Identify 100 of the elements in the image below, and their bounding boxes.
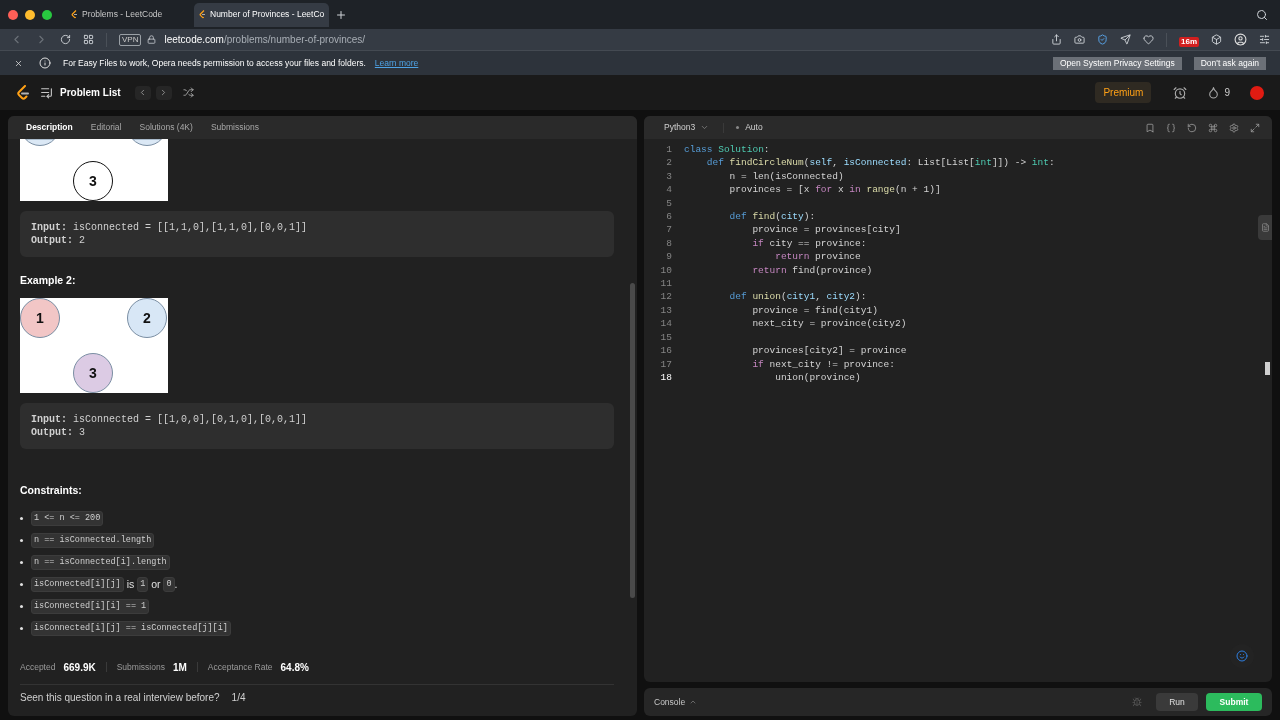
line-number: 4 (665, 183, 672, 197)
info-icon (39, 57, 51, 69)
share-icon[interactable] (1051, 34, 1062, 45)
description-tab[interactable]: Editorial (82, 116, 130, 139)
cube-icon[interactable] (1211, 34, 1222, 45)
constraint-item: 1 <= n <= 200 (20, 511, 104, 526)
node-label: 2 (143, 309, 151, 326)
line-number: 5 (665, 196, 672, 211)
scrollbar-thumb[interactable] (630, 283, 635, 598)
constraint-item: n == isConnected.length (20, 533, 155, 548)
drop-icon[interactable] (1207, 86, 1221, 99)
section-heading: Constraints: (20, 482, 82, 498)
shield-icon[interactable] (1097, 34, 1108, 45)
problem-list-link[interactable]: Problem List (60, 85, 121, 100)
new-tab-button[interactable] (335, 8, 348, 21)
notice-button[interactable]: Open System Privacy Settings (1052, 56, 1182, 70)
reload-button[interactable] (60, 34, 71, 45)
description-tab[interactable]: Submissions (202, 116, 268, 139)
console-toggle[interactable]: Console (654, 695, 698, 709)
bookmark-icon[interactable] (1145, 122, 1155, 133)
browser-tab[interactable]: Number of Provinces - LeetCo (194, 2, 330, 27)
line-number: 1 (665, 143, 672, 157)
reset-icon[interactable] (1187, 122, 1197, 133)
alarm-clock-icon[interactable] (1173, 85, 1188, 100)
line-number: 6 (665, 210, 672, 224)
section-heading: Example 2: (20, 273, 76, 288)
settings-icon[interactable] (1229, 122, 1239, 133)
heart-icon[interactable] (1143, 34, 1154, 45)
code-line: def union(city1, city2): (728, 290, 867, 304)
line-number: 16 (659, 344, 672, 358)
code-line: return province (774, 250, 861, 264)
input-text: Input: isConnected = [[1,1,0],[1,1,0],[0,0,1]] (31, 221, 308, 234)
stat-label: Accepted (20, 660, 56, 674)
search-icon[interactable] (1256, 8, 1268, 21)
list-icon[interactable] (40, 86, 53, 99)
description-tab[interactable]: Solutions (4K) (131, 116, 201, 139)
line-number: 2 (665, 156, 672, 170)
expand-icon[interactable] (1250, 122, 1260, 133)
scrollbar-marker (1265, 362, 1270, 375)
chat-icon (1236, 650, 1248, 662)
auto-mode-toggle[interactable]: Auto (730, 121, 769, 134)
file-icon (1260, 223, 1270, 232)
code-line: def findCircleNum(self, isConnected: List[List[int]]) -> int: (705, 156, 1055, 170)
line-number: 15 (659, 330, 672, 345)
code-line: provinces = [x for x in range(n + 1)] (728, 183, 941, 197)
camera-icon[interactable] (1074, 34, 1085, 45)
vpn-badge[interactable]: VPN (119, 33, 142, 46)
streak-count: 9 (1224, 86, 1230, 100)
stat-label: Submissions (116, 660, 165, 674)
line-number: 11 (659, 277, 672, 291)
code-line: province = provinces[city] (751, 223, 901, 237)
close-window-button[interactable] (8, 9, 18, 20)
constraint-item: n == isConnected[i].length (20, 555, 170, 570)
language-select[interactable]: Python3 (656, 121, 718, 134)
line-number: 17 (659, 357, 672, 371)
run-button[interactable]: Run (1156, 693, 1198, 711)
line-number: 3 (665, 169, 672, 184)
close-icon[interactable] (14, 58, 23, 68)
url-text[interactable]: leetcode.com/problems/number-of-provinces/ (164, 32, 366, 47)
node-label: 1 (36, 309, 44, 326)
stat-value: 1M (172, 660, 187, 675)
line-number: 7 (665, 223, 672, 237)
premium-button[interactable]: Premium (1095, 82, 1152, 103)
line-number: 14 (659, 317, 672, 331)
shuffle-icon[interactable] (182, 87, 194, 98)
description-tab[interactable]: Description (18, 116, 81, 139)
chevron-down-icon (700, 123, 710, 132)
speed-dial-button[interactable] (83, 34, 94, 45)
notice-message: For Easy Files to work, Opera needs permission to access your files and folders. (63, 56, 366, 70)
code-line: union(province) (774, 370, 861, 385)
constraint-item: isConnected[i][j] == isConnected[j][i] (20, 621, 231, 636)
code-line: class Solution: (684, 143, 770, 157)
browser-tab[interactable]: Problems - LeetCode (66, 2, 192, 27)
braces-icon[interactable] (1166, 122, 1176, 133)
logo-icon[interactable] (16, 84, 30, 101)
stat-label: Acceptance Rate (207, 660, 273, 674)
extension-badge[interactable]: 16m (1179, 36, 1199, 47)
leetcode-favicon-icon (71, 10, 78, 19)
node-label: 3 (89, 173, 97, 189)
profile-icon[interactable] (1234, 33, 1247, 46)
sliders-icon[interactable] (1259, 34, 1270, 45)
avatar[interactable] (1250, 85, 1264, 100)
code-line: return find(province) (751, 263, 873, 278)
side-tab[interactable] (1258, 215, 1272, 240)
minimize-window-button[interactable] (25, 9, 35, 20)
interview-count: 1/4 (231, 691, 246, 704)
node-label: 3 (89, 364, 97, 381)
code-line: def find(city): (728, 210, 816, 224)
notice-button[interactable]: Don't ask again (1193, 56, 1266, 70)
output-text: Output: 3 (31, 425, 86, 439)
send-icon[interactable] (1120, 34, 1131, 45)
constraint-item: isConnected[i][i] == 1 (20, 599, 150, 614)
command-icon[interactable] (1208, 122, 1218, 133)
interview-question: Seen this question in a real interview before? (20, 691, 220, 704)
stat-value: 64.8% (280, 660, 309, 675)
input-text: Input: isConnected = [[1,0,0],[0,1,0],[0,0,1]] (31, 412, 308, 426)
learn-more-link[interactable]: Learn more (374, 56, 419, 70)
line-number: 18 (659, 370, 672, 385)
line-number: 10 (659, 263, 672, 278)
maximize-window-button[interactable] (42, 9, 52, 20)
